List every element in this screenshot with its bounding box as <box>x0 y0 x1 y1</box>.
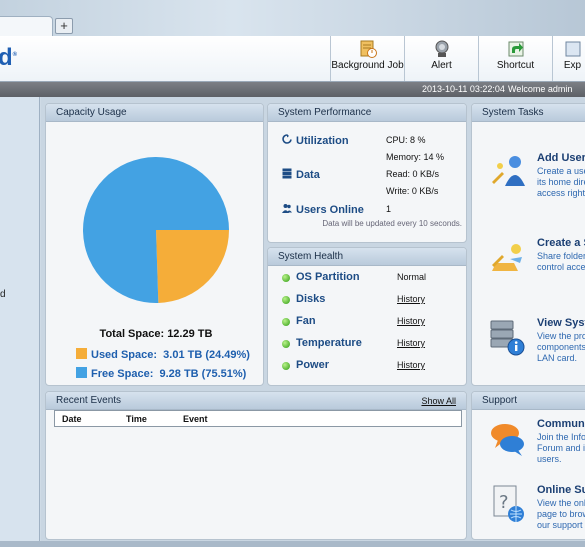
task-add-user[interactable]: Add User Create a use its home dire acce… <box>482 152 585 212</box>
welcome-text: Welcome admin <box>508 84 573 94</box>
users-icon <box>282 204 292 213</box>
health-row-temperature: Temperature History <box>282 337 462 353</box>
health-row-os-partition: OS Partition Normal <box>282 271 462 287</box>
shortcut-button[interactable]: Shortcut <box>478 36 552 81</box>
background-job-button[interactable]: Background Job <box>330 36 404 81</box>
health-row-disks: Disks History <box>282 293 462 309</box>
column-time[interactable]: Time <box>126 414 147 424</box>
recent-events-panel: Recent Events Show All Date Time Event <box>45 391 467 540</box>
support-community[interactable]: Communit Join the Infor Forum and in use… <box>482 418 585 478</box>
support-panel: Support Communit Join the Infor Forum an… <box>471 391 585 540</box>
users-online-label: Users Online <box>282 203 364 216</box>
health-row-power: Power History <box>282 359 462 375</box>
support-title: Support <box>472 392 585 410</box>
app-toolbar: d® Background Job Alert Shortcut Exp <box>0 36 585 82</box>
browser-tab[interactable] <box>0 16 53 36</box>
temperature-history-link[interactable]: History <box>397 338 425 348</box>
fan-history-link[interactable]: History <box>397 316 425 326</box>
users-online-value: 1 <box>386 204 392 214</box>
new-tab-button[interactable]: + <box>55 18 73 34</box>
cpu-value: CPU: 8 % <box>386 135 426 145</box>
chat-bubbles-icon <box>491 424 524 456</box>
memory-value: Memory: 14 % <box>386 152 445 162</box>
left-navigation[interactable]: d <box>0 97 40 547</box>
used-space-legend: Used Space: 3.01 TB (24.49%) <box>76 348 250 361</box>
status-ok-icon <box>282 318 290 326</box>
export-icon <box>565 41 580 57</box>
system-health-panel: System Health OS Partition Normal Disks … <box>267 247 467 386</box>
recent-events-title: Recent Events Show All <box>46 392 466 410</box>
status-ok-icon <box>282 340 290 348</box>
bottom-edge <box>0 541 585 547</box>
events-table-header: Date Time Event <box>54 410 462 427</box>
show-all-link[interactable]: Show All <box>421 392 456 410</box>
create-share-icon <box>492 244 522 271</box>
status-ok-icon <box>282 296 290 304</box>
data-label: Data <box>282 168 320 181</box>
update-note: Data will be updated every 10 seconds. <box>322 219 462 228</box>
system-health-title: System Health <box>268 248 466 266</box>
column-event[interactable]: Event <box>183 414 208 424</box>
free-space-legend: Free Space: 9.28 TB (75.51%) <box>76 367 246 380</box>
power-history-link[interactable]: History <box>397 360 425 370</box>
alert-button[interactable]: Alert <box>404 36 478 81</box>
capacity-usage-title: Capacity Usage <box>46 104 263 122</box>
system-tasks-title: System Tasks <box>472 104 585 122</box>
browser-tab-bar: + <box>0 0 585 36</box>
task-view-system[interactable]: View Syste View the prot components LAN … <box>482 317 585 377</box>
dashboard-content: Capacity Usage Total Space: 12.29 TB Use… <box>41 97 585 547</box>
system-performance-panel: System Performance Utilization CPU: 8 % … <box>267 103 467 243</box>
write-value: Write: 0 KB/s <box>386 186 439 196</box>
utilization-label: Utilization <box>282 134 349 147</box>
brand-logo: d® <box>0 44 18 71</box>
disks-history-link[interactable]: History <box>397 294 425 304</box>
status-ok-icon <box>282 362 290 370</box>
view-system-icon <box>490 320 525 356</box>
status-ok-icon <box>282 274 290 282</box>
status-datetime: 2013-10-11 03:22:04 <box>422 84 505 94</box>
help-document-icon: ? <box>493 485 524 522</box>
export-button[interactable]: Exp <box>552 36 585 81</box>
database-icon <box>282 168 292 179</box>
system-tasks-panel: System Tasks Add User Create a use its h… <box>471 103 585 386</box>
add-user-icon <box>492 156 525 186</box>
svg-text:?: ? <box>499 492 509 513</box>
total-space-text: Total Space: 12.29 TB <box>99 328 213 340</box>
system-performance-title: System Performance <box>268 104 466 122</box>
alert-icon <box>435 40 448 57</box>
background-job-icon <box>360 40 377 58</box>
capacity-pie-chart <box>83 157 229 303</box>
pie-slice-used <box>156 230 229 303</box>
task-create-share[interactable]: Create a S Share folders control acces <box>482 237 585 297</box>
capacity-usage-panel: Capacity Usage Total Space: 12.29 TB Use… <box>45 103 264 386</box>
shortcut-icon <box>508 41 523 57</box>
support-online[interactable]: ? Online Su View the onli page to brow o… <box>482 484 585 539</box>
used-space-swatch <box>76 348 87 359</box>
status-bar: 2013-10-11 03:22:04 Welcome admin <box>0 82 585 97</box>
refresh-icon <box>282 134 292 144</box>
health-row-fan: Fan History <box>282 315 462 331</box>
nav-item-fragment[interactable]: d <box>0 289 6 300</box>
read-value: Read: 0 KB/s <box>386 169 440 179</box>
column-date[interactable]: Date <box>62 414 82 424</box>
free-space-swatch <box>76 367 87 378</box>
